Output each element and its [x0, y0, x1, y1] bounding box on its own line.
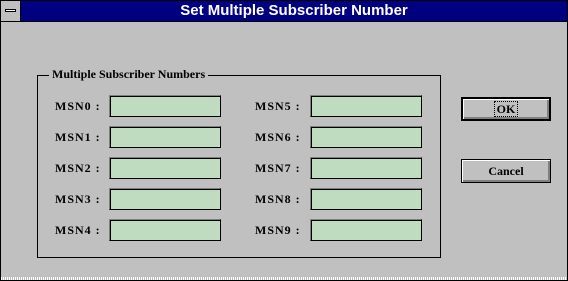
msn2-input[interactable] [109, 157, 221, 179]
msn0-input[interactable] [109, 95, 221, 117]
msn6-input[interactable] [310, 126, 422, 148]
ok-button-label: OK [493, 101, 519, 117]
msn7-input[interactable] [310, 157, 422, 179]
ok-button[interactable]: OK [461, 97, 551, 121]
msn1-input[interactable] [109, 126, 221, 148]
cancel-button[interactable]: Cancel [461, 159, 551, 183]
msn6-label: MSN6 : [255, 130, 301, 144]
msn4-input[interactable] [109, 219, 221, 241]
title-bar[interactable]: Set Multiple Subscriber Number [1, 1, 567, 22]
msn1-label: MSN1 : [55, 130, 101, 144]
msn8-input[interactable] [310, 188, 422, 210]
msn0-label: MSN0 : [55, 99, 101, 113]
msn3-input[interactable] [109, 188, 221, 210]
msn9-label: MSN9 : [255, 223, 301, 237]
groupbox-label: Multiple Subscriber Numbers [49, 67, 209, 81]
msn8-label: MSN8 : [255, 192, 301, 206]
msn2-label: MSN2 : [55, 161, 101, 175]
cancel-button-label: Cancel [488, 164, 524, 178]
system-menu-icon [5, 9, 16, 12]
msn5-label: MSN5 : [255, 99, 301, 113]
window-title: Set Multiple Subscriber Number [180, 2, 408, 19]
window-bottom-edge [1, 277, 567, 280]
msn3-label: MSN3 : [55, 192, 101, 206]
msn9-input[interactable] [310, 219, 422, 241]
msn4-label: MSN4 : [55, 223, 101, 237]
msn7-label: MSN7 : [255, 161, 301, 175]
system-menu-button[interactable] [1, 1, 21, 21]
dialog-window: Set Multiple Subscriber Number Multiple … [0, 0, 568, 281]
msn5-input[interactable] [310, 95, 422, 117]
